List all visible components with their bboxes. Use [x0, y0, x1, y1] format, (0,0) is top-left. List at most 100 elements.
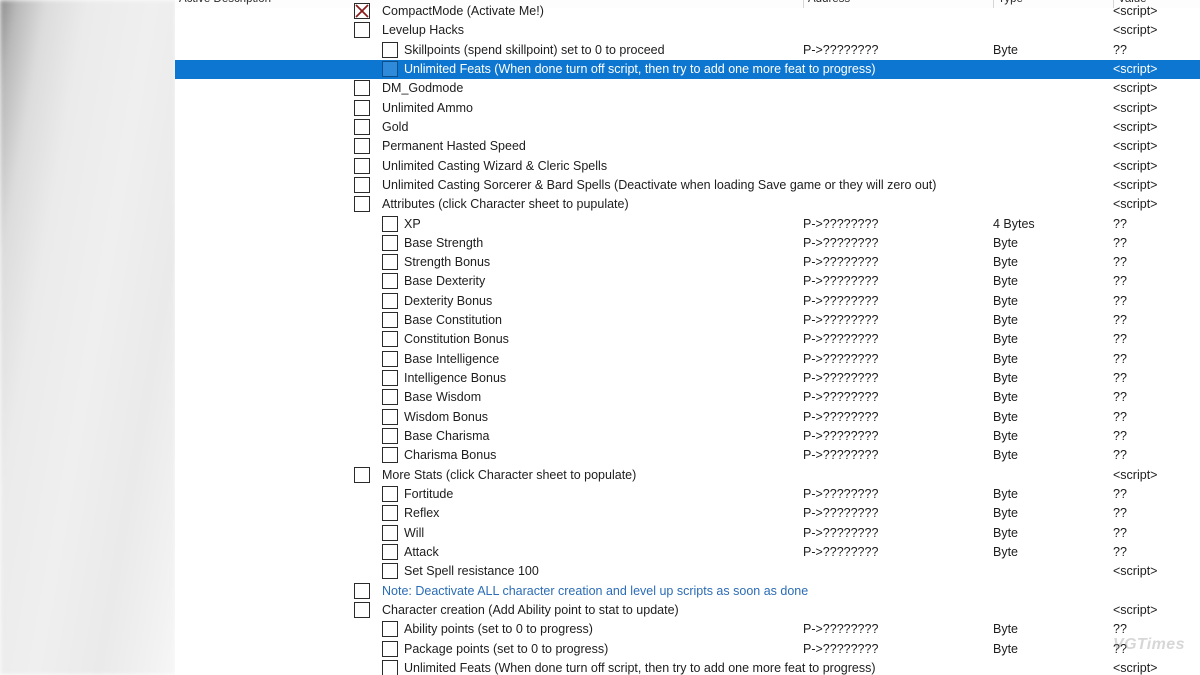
- table-row[interactable]: WillP->????????Byte??: [175, 524, 1200, 543]
- row-value: ??: [1113, 235, 1127, 252]
- row-type: Byte: [993, 254, 1018, 271]
- table-row[interactable]: More Stats (click Character sheet to pop…: [175, 466, 1200, 485]
- activate-checkbox[interactable]: [382, 389, 398, 405]
- table-row[interactable]: AttackP->????????Byte??: [175, 543, 1200, 562]
- row-description: Note: Deactivate ALL character creation …: [382, 583, 808, 600]
- activate-checkbox[interactable]: [382, 428, 398, 444]
- table-row[interactable]: Unlimited Casting Wizard & Cleric Spells…: [175, 157, 1200, 176]
- table-row[interactable]: Intelligence BonusP->????????Byte??: [175, 369, 1200, 388]
- table-row[interactable]: Base WisdomP->????????Byte??: [175, 388, 1200, 407]
- row-value: ??: [1113, 641, 1127, 658]
- activate-checkbox[interactable]: [382, 273, 398, 289]
- row-value: ??: [1113, 273, 1127, 290]
- table-row[interactable]: Dexterity BonusP->????????Byte??: [175, 292, 1200, 311]
- table-row[interactable]: Unlimited Casting Sorcerer & Bard Spells…: [175, 176, 1200, 195]
- activate-checkbox[interactable]: [382, 312, 398, 328]
- row-description: Attack: [404, 544, 439, 561]
- activate-checkbox[interactable]: [382, 544, 398, 560]
- row-description: Wisdom Bonus: [404, 409, 488, 426]
- table-row[interactable]: Base ConstitutionP->????????Byte??: [175, 311, 1200, 330]
- table-row[interactable]: Unlimited Feats (When done turn off scri…: [175, 659, 1200, 675]
- row-description: Gold: [382, 119, 408, 136]
- activate-checkbox[interactable]: [354, 100, 370, 116]
- table-row[interactable]: XPP->????????4 Bytes??: [175, 215, 1200, 234]
- activate-checkbox[interactable]: [382, 370, 398, 386]
- activate-checkbox[interactable]: [382, 621, 398, 637]
- row-value: <script>: [1113, 177, 1157, 194]
- activate-checkbox[interactable]: [354, 467, 370, 483]
- row-value: <script>: [1113, 158, 1157, 175]
- row-description: Dexterity Bonus: [404, 293, 492, 310]
- row-description: Base Constitution: [404, 312, 502, 329]
- row-value: ??: [1113, 370, 1127, 387]
- activate-checkbox[interactable]: [354, 138, 370, 154]
- activate-checkbox[interactable]: [354, 583, 370, 599]
- activate-checkbox[interactable]: [354, 196, 370, 212]
- activate-checkbox[interactable]: [354, 22, 370, 38]
- row-description: Attributes (click Character sheet to pup…: [382, 196, 629, 213]
- activate-checkbox[interactable]: [354, 158, 370, 174]
- activate-checkbox[interactable]: [382, 351, 398, 367]
- table-row[interactable]: Base StrengthP->????????Byte??: [175, 234, 1200, 253]
- table-row[interactable]: Constitution BonusP->????????Byte??: [175, 330, 1200, 349]
- activate-checkbox[interactable]: [382, 254, 398, 270]
- activate-checkbox[interactable]: [382, 42, 398, 58]
- row-address: P->????????: [803, 621, 878, 638]
- table-row[interactable]: Skillpoints (spend skillpoint) set to 0 …: [175, 41, 1200, 60]
- table-row[interactable]: DM_Godmode<script>: [175, 79, 1200, 98]
- row-type: 4 Bytes: [993, 216, 1035, 233]
- activate-checkbox-checked[interactable]: [354, 3, 370, 19]
- table-row[interactable]: CompactMode (Activate Me!)<script>: [175, 2, 1200, 21]
- table-row[interactable]: Levelup Hacks<script>: [175, 21, 1200, 40]
- activate-checkbox[interactable]: [354, 177, 370, 193]
- row-value: ??: [1113, 447, 1127, 464]
- row-value: <script>: [1113, 61, 1157, 78]
- table-row[interactable]: Package points (set to 0 to progress)P->…: [175, 640, 1200, 659]
- activate-checkbox[interactable]: [382, 61, 398, 77]
- table-row[interactable]: Strength BonusP->????????Byte??: [175, 253, 1200, 272]
- activate-checkbox[interactable]: [382, 486, 398, 502]
- table-row[interactable]: FortitudeP->????????Byte??: [175, 485, 1200, 504]
- table-row[interactable]: Character creation (Add Ability point to…: [175, 601, 1200, 620]
- table-row[interactable]: Attributes (click Character sheet to pup…: [175, 195, 1200, 214]
- row-value: ??: [1113, 525, 1127, 542]
- activate-checkbox[interactable]: [382, 447, 398, 463]
- activate-checkbox[interactable]: [382, 409, 398, 425]
- activate-checkbox[interactable]: [354, 80, 370, 96]
- activate-checkbox[interactable]: [382, 505, 398, 521]
- row-type: Byte: [993, 641, 1018, 658]
- row-description: Skillpoints (spend skillpoint) set to 0 …: [404, 42, 665, 59]
- activate-checkbox[interactable]: [382, 235, 398, 251]
- table-row[interactable]: Ability points (set to 0 to progress)P->…: [175, 620, 1200, 639]
- activate-checkbox[interactable]: [382, 563, 398, 579]
- activate-checkbox[interactable]: [382, 216, 398, 232]
- row-address: P->????????: [803, 42, 878, 59]
- activate-checkbox[interactable]: [382, 293, 398, 309]
- table-row[interactable]: Unlimited Ammo<script>: [175, 99, 1200, 118]
- row-value: ??: [1113, 544, 1127, 561]
- row-description: Set Spell resistance 100: [404, 563, 539, 580]
- activate-checkbox[interactable]: [382, 641, 398, 657]
- row-value: <script>: [1113, 119, 1157, 136]
- table-row[interactable]: Base CharismaP->????????Byte??: [175, 427, 1200, 446]
- row-address: P->????????: [803, 235, 878, 252]
- activate-checkbox[interactable]: [382, 525, 398, 541]
- table-row[interactable]: Base DexterityP->????????Byte??: [175, 272, 1200, 291]
- row-value: <script>: [1113, 467, 1157, 484]
- row-type: Byte: [993, 409, 1018, 426]
- row-type: Byte: [993, 293, 1018, 310]
- activate-checkbox[interactable]: [354, 602, 370, 618]
- row-description: Unlimited Ammo: [382, 100, 473, 117]
- table-row[interactable]: Gold <script>: [175, 118, 1200, 137]
- table-row[interactable]: Set Spell resistance 100<script>: [175, 562, 1200, 581]
- activate-checkbox[interactable]: [354, 119, 370, 135]
- table-row[interactable]: Note: Deactivate ALL character creation …: [175, 582, 1200, 601]
- table-row[interactable]: Charisma BonusP->????????Byte??: [175, 446, 1200, 465]
- activate-checkbox[interactable]: [382, 660, 398, 675]
- activate-checkbox[interactable]: [382, 331, 398, 347]
- table-row[interactable]: Permanent Hasted Speed<script>: [175, 137, 1200, 156]
- table-row[interactable]: ReflexP->????????Byte??: [175, 504, 1200, 523]
- table-row[interactable]: Wisdom BonusP->????????Byte??: [175, 408, 1200, 427]
- table-row[interactable]: Base IntelligenceP->????????Byte??: [175, 350, 1200, 369]
- table-row[interactable]: Unlimited Feats (When done turn off scri…: [175, 60, 1200, 79]
